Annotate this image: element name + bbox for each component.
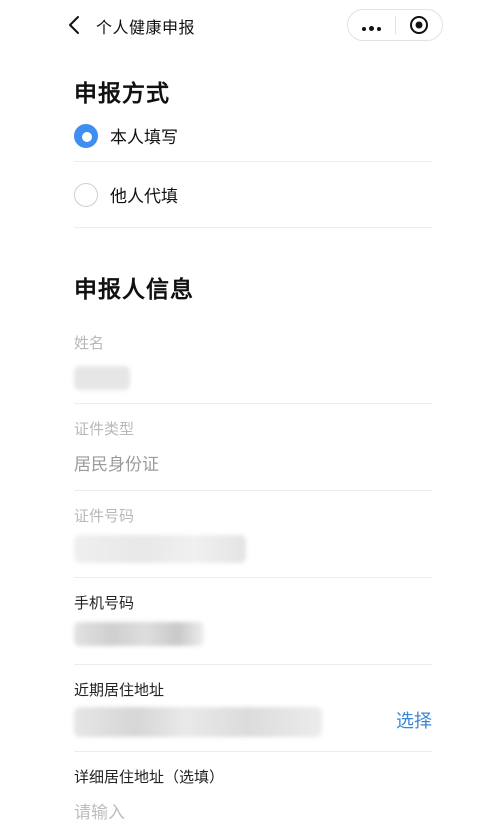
health-declaration-page: 个人健康申报 申报方式 本人填写 他人代填 申报人信息 姓名 证件类型 居民身份… (0, 0, 477, 828)
target-close-icon (409, 16, 428, 34)
name-redacted-value (74, 366, 130, 390)
detail-address-label: 详细居住地址（选填） (74, 768, 225, 786)
radio-checked-icon (74, 123, 98, 148)
more-button[interactable] (348, 10, 395, 40)
recent-address-field[interactable]: 近期居住地址 选择 (74, 665, 432, 752)
id-number-field[interactable]: 证件号码 (74, 491, 432, 578)
recent-address-redacted-value (74, 707, 322, 737)
detail-address-input[interactable]: 请输入 (74, 798, 125, 823)
id-type-value: 居民身份证 (74, 455, 159, 475)
id-number-label: 证件号码 (74, 507, 135, 525)
phone-field[interactable]: 手机号码 (74, 578, 432, 665)
mini-program-capsule (347, 9, 443, 41)
name-field[interactable]: 姓名 (74, 318, 432, 404)
form-content: 申报方式 本人填写 他人代填 申报人信息 姓名 证件类型 居民身份证 证件号码 … (74, 52, 432, 828)
navigation-bar: 个人健康申报 (0, 0, 477, 52)
id-type-label: 证件类型 (74, 420, 135, 438)
phone-redacted-value (74, 622, 204, 646)
select-address-button[interactable]: 选择 (396, 707, 432, 733)
page-title: 个人健康申报 (96, 18, 196, 37)
phone-label: 手机号码 (74, 594, 135, 612)
radio-label-self: 本人填写 (110, 128, 178, 148)
radio-option-self[interactable]: 本人填写 (74, 110, 432, 162)
radio-label-proxy: 他人代填 (110, 187, 178, 207)
name-label: 姓名 (74, 334, 105, 352)
id-number-redacted-value (74, 535, 246, 563)
declarant-info-title: 申报人信息 (74, 277, 194, 303)
more-dots-icon (360, 16, 382, 35)
radio-unchecked-icon (74, 182, 98, 207)
detail-address-field[interactable]: 详细居住地址（选填） 请输入 (74, 752, 432, 828)
recent-address-label: 近期居住地址 (74, 681, 165, 699)
close-button[interactable] (395, 10, 442, 40)
id-type-field[interactable]: 证件类型 居民身份证 (74, 404, 432, 491)
radio-option-proxy[interactable]: 他人代填 (74, 162, 432, 228)
chevron-left-icon (69, 16, 79, 34)
back-button[interactable] (64, 12, 86, 38)
declaration-method-title: 申报方式 (74, 81, 170, 107)
